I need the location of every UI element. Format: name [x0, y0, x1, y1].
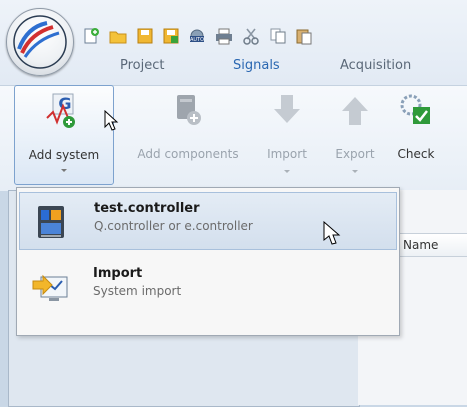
export-button[interactable]: Export: [326, 85, 384, 185]
import-label: Import: [267, 147, 307, 161]
controller-icon: [32, 202, 72, 242]
menu-item-subtitle: System import: [93, 284, 182, 298]
check-button[interactable]: Check: [394, 85, 438, 185]
mouse-cursor-icon: [323, 221, 341, 245]
tab-acquisition[interactable]: Acquisition: [340, 58, 411, 73]
auto-icon[interactable]: AUTO: [188, 27, 206, 45]
menu-item-title: Import: [93, 266, 143, 281]
add-components-button[interactable]: Add components: [124, 85, 252, 185]
save-icon[interactable]: [136, 27, 154, 45]
import-button[interactable]: Import: [260, 85, 314, 185]
chevron-down-icon: [284, 170, 290, 173]
system-import-icon: [31, 267, 71, 307]
new-icon[interactable]: [82, 27, 100, 45]
svg-text:AUTO: AUTO: [190, 37, 204, 43]
chevron-down-icon: [61, 169, 67, 172]
application-menu-button[interactable]: [6, 8, 74, 76]
chevron-down-icon: [352, 170, 358, 173]
add-system-dropdown-menu: test.controller Q.controller or e.contro…: [16, 187, 400, 336]
menu-item-subtitle: Q.controller or e.controller: [94, 219, 253, 233]
paste-icon[interactable]: [295, 27, 313, 45]
mouse-cursor-icon: [104, 110, 119, 131]
print-icon[interactable]: [215, 27, 233, 45]
add-system-label: Add system: [28, 148, 100, 162]
add-components-label: Add components: [137, 147, 239, 161]
export-label: Export: [335, 147, 375, 161]
open-folder-icon[interactable]: [109, 27, 127, 45]
import-arrow-icon: [268, 91, 306, 129]
export-arrow-icon: [336, 91, 374, 129]
add-components-icon: [169, 91, 207, 129]
menu-item-title: test.controller: [94, 201, 200, 216]
check-icon: [397, 91, 435, 129]
cut-icon[interactable]: [242, 27, 260, 45]
tab-project[interactable]: Project: [120, 58, 164, 73]
copy-icon[interactable]: [269, 27, 287, 45]
tab-signals[interactable]: Signals: [233, 58, 280, 73]
add-system-button[interactable]: G Add system: [14, 85, 114, 185]
add-system-icon: G: [45, 92, 83, 130]
ribbon-header: AUTO Project Signals Acquisition: [0, 0, 467, 85]
menu-item-import[interactable]: Import System import: [19, 258, 397, 316]
column-header-name[interactable]: Name: [394, 233, 467, 257]
check-label: Check: [397, 147, 435, 161]
app-logo-icon: [13, 15, 67, 69]
save-as-icon[interactable]: [162, 27, 180, 45]
